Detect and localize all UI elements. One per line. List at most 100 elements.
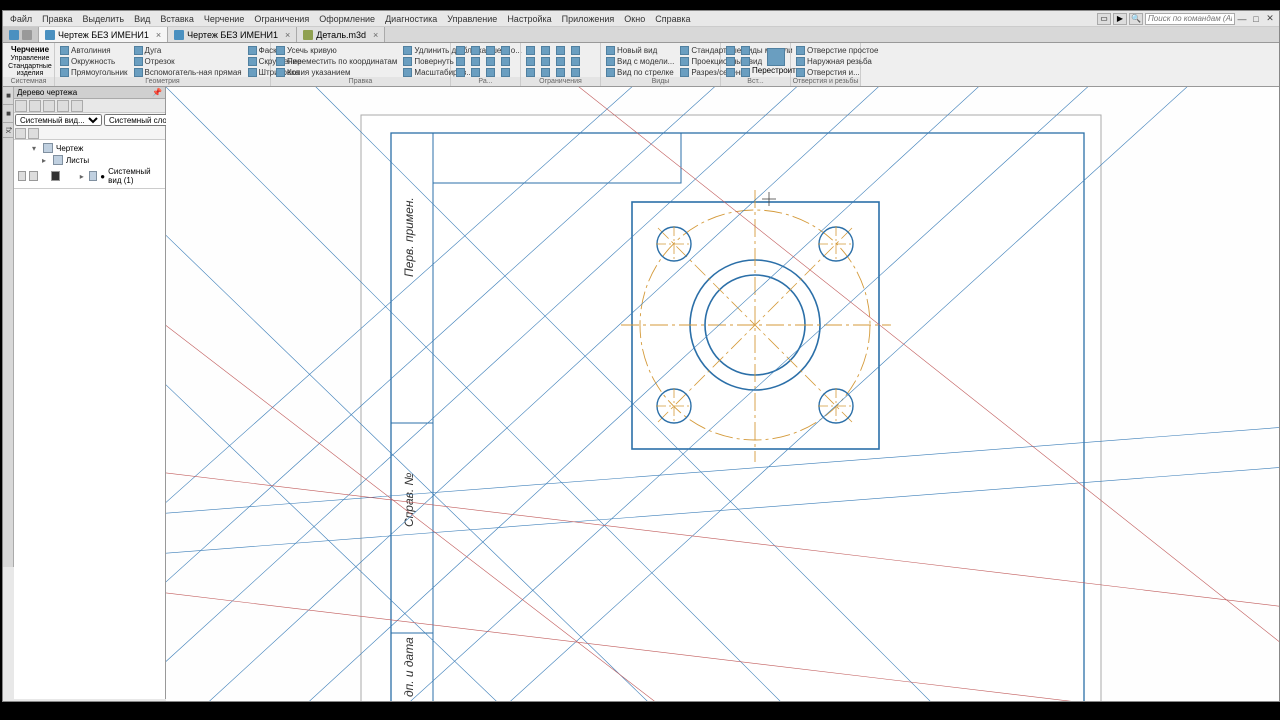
ins-btn[interactable] <box>739 56 752 66</box>
side-tab[interactable]: ■ <box>3 87 14 105</box>
ins-btn[interactable] <box>724 56 737 66</box>
menu-view[interactable]: Вид <box>129 13 155 25</box>
con-btn[interactable] <box>539 45 552 55</box>
arc-button[interactable]: Дуга <box>132 45 244 55</box>
ptool-icon[interactable] <box>15 100 27 112</box>
ptool-icon[interactable] <box>29 100 41 112</box>
menu-file[interactable]: Файл <box>5 13 37 25</box>
panel-pin-icon[interactable]: 📌 <box>152 88 162 97</box>
dim-btn[interactable] <box>484 45 497 55</box>
tree-lower-pane <box>14 189 165 699</box>
tree-sheets[interactable]: ▸Листы <box>14 154 165 166</box>
menu-settings[interactable]: Настройка <box>502 13 556 25</box>
side-tab[interactable]: ■ <box>3 105 14 123</box>
menu-design[interactable]: Оформление <box>314 13 380 25</box>
left-panel: Дерево чертежа📌 Системный вид... Системн… <box>14 87 166 699</box>
minimize-button[interactable]: — <box>1235 13 1249 25</box>
autoline-button[interactable]: Автолиния <box>58 45 130 55</box>
menu-help[interactable]: Справка <box>650 13 695 25</box>
tab-drawing1[interactable]: Чертеж БЕЗ ИМЕНИ1 × <box>39 27 168 42</box>
panel-title: Дерево чертежа📌 <box>14 87 165 99</box>
con-btn[interactable] <box>524 45 537 55</box>
menu-constraints[interactable]: Ограничения <box>249 13 314 25</box>
menu-edit[interactable]: Правка <box>37 13 77 25</box>
segment-button[interactable]: Отрезок <box>132 56 244 66</box>
menu-manage[interactable]: Управление <box>442 13 502 25</box>
menu-diag[interactable]: Диагностика <box>380 13 442 25</box>
tree-sysview[interactable]: ▸●Системный вид (1) <box>14 166 165 186</box>
lock-toggle[interactable] <box>29 171 37 181</box>
menu-window[interactable]: Окно <box>619 13 650 25</box>
ptool-icon[interactable] <box>57 100 69 112</box>
maximize-button[interactable]: □ <box>1249 13 1263 25</box>
menu-insert[interactable]: Вставка <box>155 13 198 25</box>
visibility-toggle[interactable] <box>18 171 26 181</box>
save-icon[interactable] <box>9 30 19 40</box>
con-btn[interactable] <box>569 45 582 55</box>
print-icon[interactable] <box>22 30 32 40</box>
dim-btn[interactable] <box>499 45 512 55</box>
circle-button[interactable]: Окружность <box>58 56 130 66</box>
tab-close-icon[interactable]: × <box>285 30 290 40</box>
ptool-icon[interactable] <box>71 100 83 112</box>
layout-icon[interactable]: ▭ <box>1097 13 1111 25</box>
dim-btn[interactable] <box>454 45 467 55</box>
group-label: Геометрия <box>55 77 270 86</box>
side-tabs: ■ ■ fx <box>3 87 14 567</box>
trim-button[interactable]: Усечь кривую <box>274 45 399 55</box>
part-icon <box>303 30 313 40</box>
dim-btn[interactable] <box>469 45 482 55</box>
tab-drawing2[interactable]: Чертеж БЕЗ ИМЕНИ1 × <box>168 27 297 42</box>
drawing-mode[interactable]: Черчение Управление Стандартные изделия <box>6 45 54 78</box>
qat <box>3 27 39 42</box>
dim-btn[interactable] <box>454 56 467 66</box>
menu-bar: Файл Правка Выделить Вид Вставка Черчени… <box>3 11 1279 27</box>
dim-btn[interactable] <box>484 56 497 66</box>
menu-select[interactable]: Выделить <box>78 13 130 25</box>
tab-detail[interactable]: Деталь.m3d × <box>297 27 385 42</box>
con-btn[interactable] <box>554 56 567 66</box>
con-btn[interactable] <box>569 56 582 66</box>
menu-drawing[interactable]: Черчение <box>199 13 250 25</box>
video-icon[interactable]: ▶ <box>1113 13 1127 25</box>
close-button[interactable]: ✕ <box>1263 13 1277 25</box>
frame-label: Перв. примен. <box>402 197 416 277</box>
color-swatch[interactable] <box>51 171 59 181</box>
thread-button[interactable]: Наружная резьба <box>794 56 880 66</box>
con-btn[interactable] <box>554 45 567 55</box>
con-btn[interactable] <box>539 56 552 66</box>
document-tabs: Чертеж БЕЗ ИМЕНИ1 × Чертеж БЕЗ ИМЕНИ1 × Де… <box>3 27 1279 43</box>
tab-label: Деталь.m3d <box>316 30 366 40</box>
filter-icon[interactable] <box>15 128 26 139</box>
group-label: Правка <box>271 77 450 86</box>
tab-label: Чертеж БЕЗ ИМЕНИ1 <box>187 30 278 40</box>
frame-label: Справ. № <box>402 472 416 527</box>
view-select[interactable]: Системный вид... <box>15 114 102 126</box>
move-button[interactable]: Переместить по координатам <box>274 56 399 66</box>
drawing-canvas[interactable]: Перв. примен. Справ. № дп. и дата <box>166 87 1279 701</box>
ins-btn[interactable] <box>739 45 752 55</box>
dim-btn[interactable] <box>469 56 482 66</box>
tree-root[interactable]: ▾Чертеж <box>14 142 165 154</box>
tab-close-icon[interactable]: × <box>373 30 378 40</box>
ins-btn[interactable] <box>724 45 737 55</box>
frame-label: дп. и дата <box>402 637 416 697</box>
dim-btn[interactable] <box>499 56 512 66</box>
group-label: Виды <box>601 77 720 86</box>
tab-close-icon[interactable]: × <box>156 30 161 40</box>
con-btn[interactable] <box>524 56 537 66</box>
side-tab[interactable]: fx <box>3 123 14 138</box>
newview-button[interactable]: Новый вид <box>604 45 676 55</box>
group-label: Вст... <box>721 77 790 86</box>
search-icon[interactable]: 🔍 <box>1129 13 1143 25</box>
hole-button[interactable]: Отверстие простое <box>794 45 880 55</box>
panel-toolbar <box>14 99 165 113</box>
ribbon: Черчение Управление Стандартные изделия … <box>3 43 1279 87</box>
command-search-input[interactable] <box>1145 13 1235 25</box>
ptool-icon[interactable] <box>43 100 55 112</box>
modelview-button[interactable]: Вид с модели... <box>604 56 676 66</box>
menu-apps[interactable]: Приложения <box>557 13 620 25</box>
filter-icon[interactable] <box>28 128 39 139</box>
drawing-svg: Перв. примен. Справ. № дп. и дата <box>166 87 1279 701</box>
tab-label: Чертеж БЕЗ ИМЕНИ1 <box>58 30 149 40</box>
